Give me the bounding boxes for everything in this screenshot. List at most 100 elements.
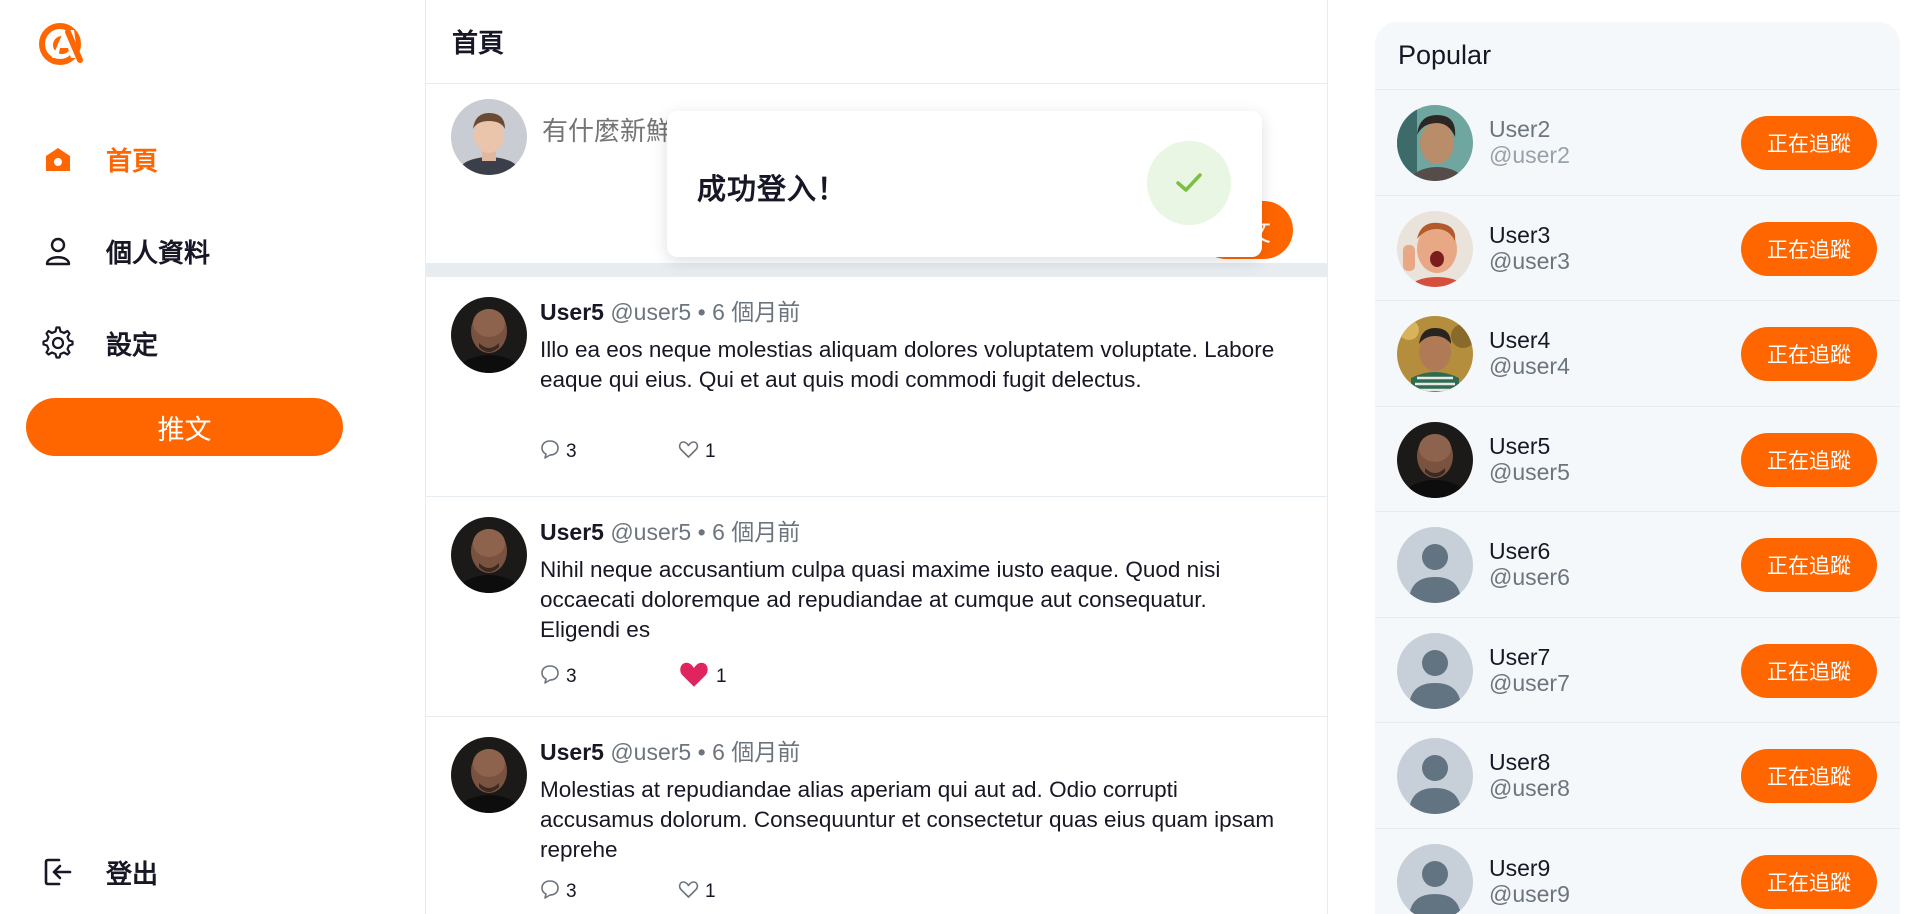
- meta-separator: •: [697, 519, 706, 545]
- tweet-author-name[interactable]: User5: [540, 739, 604, 765]
- tweet-item[interactable]: User5 @user5 • 6 個月前 Illo ea eos neque m…: [426, 277, 1327, 497]
- avatar[interactable]: [1397, 105, 1473, 181]
- check-icon: [1147, 141, 1231, 225]
- comment-icon: [540, 879, 560, 905]
- tweet-meta: User5 @user5 • 6 個月前: [540, 733, 800, 767]
- success-toast: 成功登入！: [667, 111, 1262, 257]
- tweet-actions: 3 1: [540, 879, 716, 905]
- popular-user-row[interactable]: User8 @user8 正在追蹤: [1375, 723, 1900, 829]
- like-button[interactable]: 1: [678, 439, 716, 465]
- popular-user-row[interactable]: User4 @user4 正在追蹤: [1375, 301, 1900, 407]
- avatar: [451, 99, 527, 175]
- tweet-author-handle: @user5: [610, 739, 692, 765]
- tweet-timestamp: 6 個月前: [712, 299, 801, 325]
- avatar[interactable]: [1397, 421, 1473, 498]
- tweet-author-handle: @user5: [610, 299, 692, 325]
- popular-user-name: User8: [1489, 749, 1551, 775]
- logout-label: 登出: [106, 858, 159, 889]
- heart-filled-icon: [678, 659, 710, 695]
- popular-user-handle: @user7: [1489, 669, 1570, 696]
- gear-icon: [38, 323, 78, 363]
- following-button[interactable]: 正在追蹤: [1741, 221, 1877, 276]
- tweet-actions: 3 1: [540, 439, 716, 465]
- reply-button[interactable]: 3: [540, 664, 678, 690]
- reply-button[interactable]: 3: [540, 439, 678, 465]
- popular-user-name: User4: [1489, 327, 1551, 353]
- alphacamp-logo[interactable]: [38, 20, 86, 68]
- following-button[interactable]: 正在追蹤: [1741, 116, 1877, 170]
- popular-user-row[interactable]: User3 @user3 正在追蹤: [1375, 196, 1900, 301]
- toast-message: 成功登入！: [697, 174, 848, 206]
- logout-button[interactable]: 登出: [38, 849, 158, 895]
- popular-user-name: User2: [1489, 116, 1551, 142]
- popular-user-row[interactable]: User5 @user5 正在追蹤: [1375, 407, 1900, 512]
- default-avatar-icon[interactable]: [1397, 843, 1473, 914]
- popular-user-handle: @user4: [1489, 353, 1570, 379]
- like-count: 1: [705, 881, 716, 902]
- tweet-author-name[interactable]: User5: [540, 299, 604, 325]
- following-button[interactable]: 正在追蹤: [1741, 538, 1877, 592]
- popular-user-row[interactable]: User9 @user9 正在追蹤: [1375, 829, 1900, 914]
- tweet-button[interactable]: 推文: [26, 398, 343, 456]
- tweet-timestamp: 6 個月前: [712, 739, 801, 765]
- tweet-meta: User5 @user5 • 6 個月前: [540, 513, 800, 547]
- sidebar-item-settings[interactable]: 設定: [38, 320, 158, 366]
- avatar[interactable]: [451, 737, 527, 813]
- popular-user-handle: @user9: [1489, 880, 1570, 907]
- reply-count: 3: [566, 666, 577, 687]
- sidebar-item-profile[interactable]: 個人資料: [38, 228, 210, 274]
- reply-count: 3: [566, 441, 577, 462]
- following-button[interactable]: 正在追蹤: [1741, 327, 1877, 381]
- like-button[interactable]: 1: [678, 659, 727, 695]
- following-button[interactable]: 正在追蹤: [1741, 432, 1877, 487]
- following-button[interactable]: 正在追蹤: [1741, 854, 1877, 909]
- sidebar-item-label: 設定: [106, 329, 159, 360]
- default-avatar-icon[interactable]: [1397, 738, 1473, 814]
- popular-user-handle: @user3: [1489, 247, 1570, 274]
- sidebar-item-label: 個人資料: [106, 237, 211, 268]
- tweet-text: Molestias at repudiandae alias aperiam q…: [540, 777, 1275, 862]
- popular-user-name: User5: [1489, 432, 1551, 459]
- following-button[interactable]: 正在追蹤: [1741, 643, 1877, 698]
- heart-outline-icon: [678, 439, 699, 465]
- popular-user-row[interactable]: User7 @user7 正在追蹤: [1375, 618, 1900, 723]
- comment-icon: [540, 664, 560, 690]
- popular-user-handle: @user2: [1489, 142, 1570, 168]
- reply-button[interactable]: 3: [540, 879, 678, 905]
- reply-count: 3: [566, 881, 577, 902]
- sidebar-item-home[interactable]: 首頁: [38, 136, 158, 182]
- tweet-text: Illo ea eos neque molestias aliquam dolo…: [540, 337, 1275, 392]
- page-title: 首頁: [452, 28, 505, 58]
- avatar[interactable]: [451, 297, 527, 373]
- popular-user-row[interactable]: User6 @user6 正在追蹤: [1375, 512, 1900, 618]
- default-avatar-icon[interactable]: [1397, 527, 1473, 603]
- feed-header: 首頁: [426, 0, 1327, 84]
- meta-separator: •: [697, 739, 706, 765]
- comment-icon: [540, 439, 560, 465]
- popular-title: Popular: [1375, 22, 1900, 90]
- tweet-item[interactable]: User5 @user5 • 6 個月前 Nihil neque accusan…: [426, 497, 1327, 717]
- like-count: 1: [705, 441, 716, 462]
- popular-user-name: User7: [1489, 643, 1551, 670]
- tweet-item[interactable]: User5 @user5 • 6 個月前 Molestias at repudi…: [426, 717, 1327, 914]
- popular-user-handle: @user5: [1489, 458, 1570, 485]
- logout-icon: [38, 852, 78, 892]
- tweet-author-name[interactable]: User5: [540, 519, 604, 545]
- sidebar-item-label: 首頁: [106, 145, 159, 176]
- popular-panel: Popular User2 @user2 正在追蹤 User3 @user3 正…: [1375, 22, 1900, 914]
- tweet-meta: User5 @user5 • 6 個月前: [540, 293, 800, 327]
- popular-user-row[interactable]: User2 @user2 正在追蹤: [1375, 90, 1900, 196]
- avatar[interactable]: [1397, 316, 1473, 392]
- like-button[interactable]: 1: [678, 879, 716, 905]
- default-avatar-icon[interactable]: [1397, 632, 1473, 709]
- avatar[interactable]: [1397, 210, 1473, 287]
- following-button[interactable]: 正在追蹤: [1741, 749, 1877, 803]
- home-icon: [38, 139, 78, 179]
- popular-user-name: User9: [1489, 854, 1551, 881]
- heart-outline-icon: [678, 879, 699, 905]
- sidebar: 首頁 個人資料 設定 推文 登出: [0, 0, 425, 914]
- popular-user-name: User6: [1489, 538, 1551, 564]
- tweet-text: Nihil neque accusantium culpa quasi maxi…: [540, 557, 1221, 642]
- tweet-author-handle: @user5: [610, 519, 692, 545]
- avatar[interactable]: [451, 517, 527, 593]
